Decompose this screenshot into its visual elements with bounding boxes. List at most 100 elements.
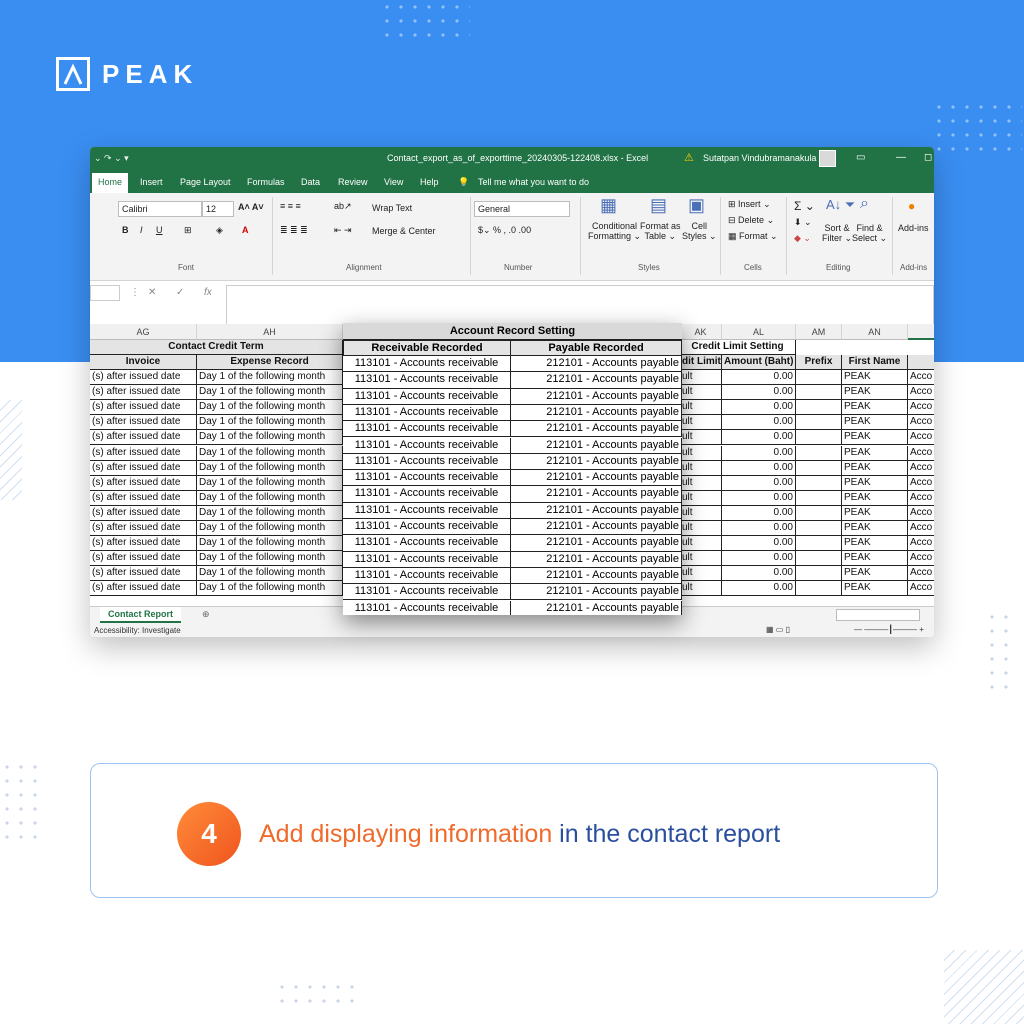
font-color-icon[interactable]: A (242, 225, 249, 235)
table-cell[interactable] (796, 551, 842, 567)
table-cell[interactable]: 0.00 (722, 566, 796, 582)
table-cell[interactable]: 0.00 (722, 430, 796, 446)
table-cell[interactable]: 0.00 (722, 385, 796, 401)
table-cell[interactable]: 0.00 (722, 581, 796, 597)
table-cell[interactable]: Day 1 of the following month (197, 475, 343, 491)
table-cell[interactable]: PEAK (842, 415, 908, 431)
table-cell[interactable] (796, 566, 842, 582)
sort-filter-icon[interactable]: A↓ ⏷ (826, 197, 855, 213)
table-cell[interactable]: 0.00 (722, 551, 796, 567)
table-cell[interactable]: ult (680, 385, 722, 401)
table-cell[interactable]: Day 1 of the following month (197, 400, 343, 416)
avatar[interactable] (819, 150, 836, 167)
table-cell[interactable] (796, 370, 842, 385)
table-cell[interactable]: ult (680, 490, 722, 506)
conditional-formatting-icon[interactable]: ▦ (600, 195, 617, 216)
table-cell[interactable]: ult (680, 415, 722, 431)
add-ins-icon[interactable]: ● (908, 199, 915, 213)
autosum-icon[interactable]: Σ ⌄ (794, 199, 815, 213)
table-cell[interactable]: Acco (908, 491, 934, 506)
clear-icon[interactable]: ◆ ⌄ (794, 233, 811, 244)
fill-icon[interactable]: ⬇ ⌄ (794, 217, 812, 228)
table-cell[interactable]: Day 1 of the following month (197, 445, 343, 461)
format-cells-button[interactable]: ▦ Format ⌄ (728, 231, 778, 242)
insert-cells-button[interactable]: ⊞ Insert ⌄ (728, 199, 771, 210)
table-cell[interactable]: PEAK (842, 460, 908, 476)
find-select-button[interactable]: Find & Select ⌄ (852, 223, 887, 244)
table-cell[interactable]: Day 1 of the following month (197, 581, 343, 597)
table-cell[interactable]: Day 1 of the following month (197, 536, 343, 552)
table-cell[interactable]: Day 1 of the following month (197, 490, 343, 506)
table-cell[interactable]: (s) after issued date (90, 566, 197, 582)
table-cell[interactable]: Acco (908, 400, 934, 416)
table-cell[interactable]: (s) after issued date (90, 490, 197, 506)
table-cell[interactable]: ult (680, 460, 722, 476)
table-cell[interactable]: 0.00 (722, 415, 796, 431)
table-cell[interactable]: Day 1 of the following month (197, 521, 343, 536)
minimize-icon[interactable]: — (896, 152, 906, 163)
table-cell[interactable]: Acco (908, 430, 934, 446)
table-cell[interactable] (796, 430, 842, 446)
tab-help[interactable]: Help (420, 177, 439, 187)
enter-icon[interactable]: ✓ (176, 287, 184, 298)
cell-styles-button[interactable]: Cell Styles ⌄ (682, 221, 717, 242)
table-cell[interactable]: PEAK (842, 430, 908, 446)
table-cell[interactable]: ult (680, 505, 722, 521)
table-cell[interactable]: 0.00 (722, 445, 796, 461)
table-cell[interactable]: 0.00 (722, 370, 796, 385)
table-cell[interactable] (796, 415, 842, 431)
tab-review[interactable]: Review (338, 177, 368, 187)
table-cell[interactable] (796, 475, 842, 491)
table-cell[interactable]: Acco (908, 506, 934, 521)
table-cell[interactable] (796, 400, 842, 416)
table-cell[interactable]: (s) after issued date (90, 370, 197, 385)
table-cell[interactable]: 0.00 (722, 490, 796, 506)
italic-icon[interactable]: I (140, 225, 143, 235)
table-cell[interactable]: Acco (908, 521, 934, 536)
bold-icon[interactable]: B (122, 225, 129, 235)
table-cell[interactable]: PEAK (842, 385, 908, 401)
tab-formulas[interactable]: Formulas (247, 177, 285, 187)
format-as-table-button[interactable]: Format as Table ⌄ (640, 221, 681, 242)
table-cell[interactable]: 0.00 (722, 505, 796, 521)
quick-access-toolbar[interactable]: ⌄ ↷ ⌄ ▾ (94, 153, 129, 164)
table-cell[interactable]: (s) after issued date (90, 536, 197, 552)
table-cell[interactable]: ult (680, 445, 722, 461)
insert-function-icon[interactable]: fx (204, 287, 212, 298)
table-cell[interactable]: (s) after issued date (90, 581, 197, 597)
tab-view[interactable]: View (384, 177, 403, 187)
table-cell[interactable]: PEAK (842, 505, 908, 521)
table-cell[interactable]: PEAK (842, 490, 908, 506)
table-cell[interactable]: Day 1 of the following month (197, 370, 343, 385)
table-cell[interactable]: Day 1 of the following month (197, 505, 343, 521)
ribbon-display-icon[interactable]: ▭ (856, 152, 865, 163)
conditional-formatting-button[interactable]: Conditional Formatting ⌄ (588, 221, 641, 242)
table-cell[interactable]: PEAK (842, 521, 908, 536)
table-cell[interactable] (796, 385, 842, 401)
table-cell[interactable] (796, 460, 842, 476)
table-cell[interactable]: 0.00 (722, 460, 796, 476)
table-cell[interactable]: (s) after issued date (90, 460, 197, 476)
table-cell[interactable]: Acco (908, 476, 934, 491)
format-as-table-icon[interactable]: ▤ (650, 195, 667, 216)
add-sheet-icon[interactable]: ⊕ (202, 609, 210, 620)
table-cell[interactable]: ult (680, 581, 722, 597)
accessibility-status[interactable]: Accessibility: Investigate (94, 626, 181, 635)
horizontal-scrollbar[interactable] (836, 609, 920, 621)
table-cell[interactable]: Acco (908, 385, 934, 401)
table-cell[interactable]: (s) after issued date (90, 430, 197, 446)
column-header[interactable]: AH (197, 324, 343, 340)
merge-center-button[interactable]: Merge & Center (372, 226, 436, 236)
table-cell[interactable]: Acco (908, 536, 934, 552)
table-cell[interactable]: PEAK (842, 536, 908, 552)
add-ins-button[interactable]: Add-ins (898, 223, 929, 233)
column-header[interactable]: AN (842, 324, 908, 340)
table-cell[interactable]: Day 1 of the following month (197, 566, 343, 582)
table-cell[interactable]: ult (680, 475, 722, 491)
table-cell[interactable]: (s) after issued date (90, 385, 197, 401)
table-cell[interactable]: Acco (908, 370, 934, 385)
table-cell[interactable]: ult (680, 370, 722, 385)
tab-home[interactable]: Home (92, 173, 129, 193)
cancel-icon[interactable]: ✕ (148, 287, 156, 298)
table-cell[interactable]: (s) after issued date (90, 521, 197, 536)
